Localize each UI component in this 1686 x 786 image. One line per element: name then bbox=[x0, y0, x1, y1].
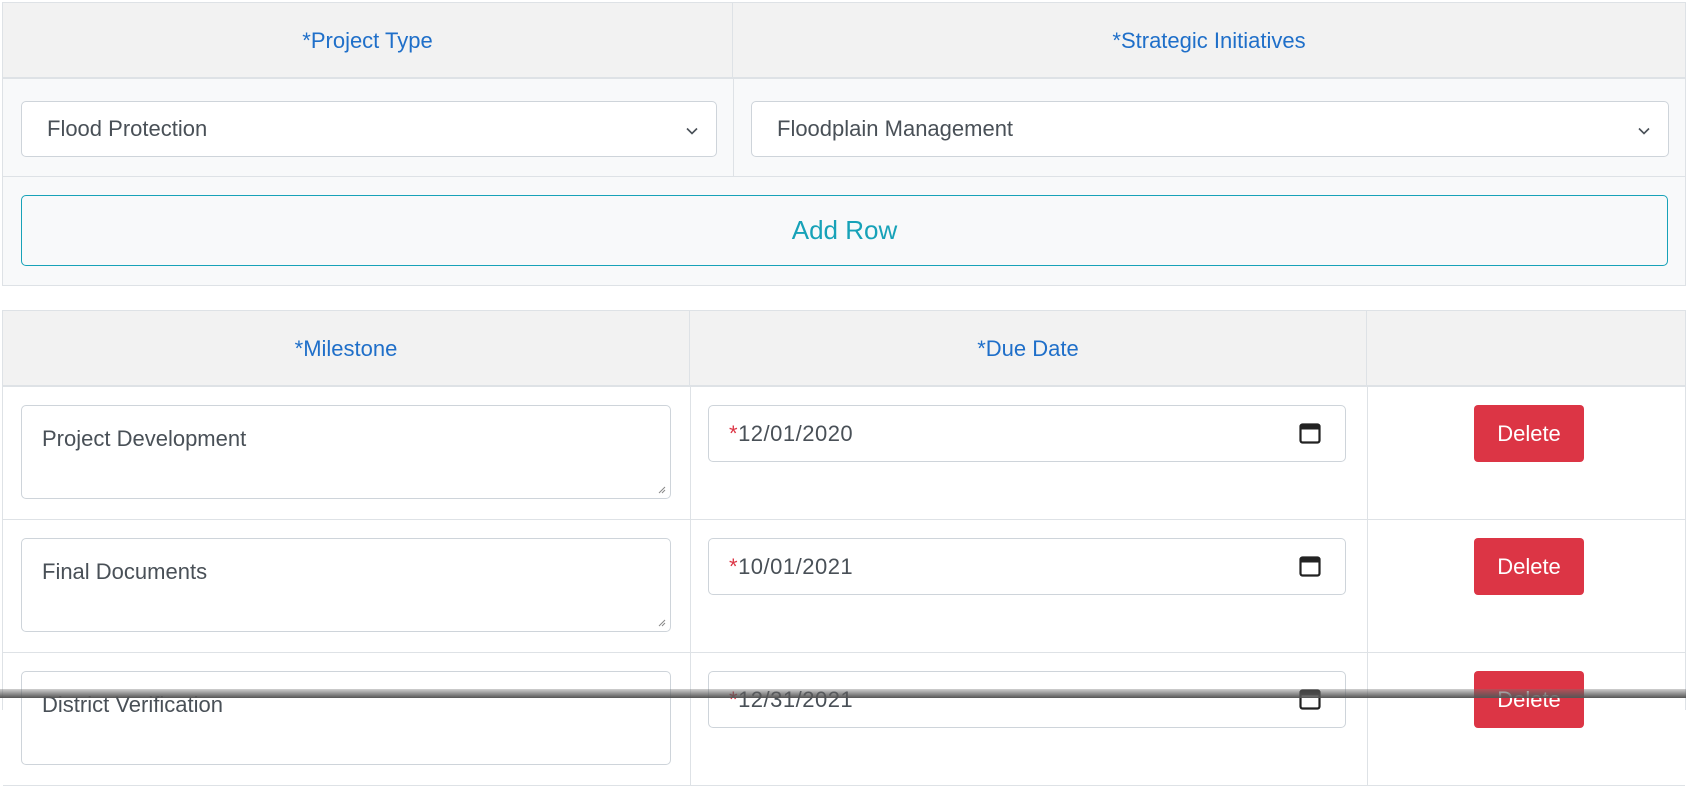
due-date-input[interactable]: * 10/01/2021 bbox=[708, 538, 1346, 595]
milestone-text: Final Documents bbox=[42, 559, 208, 584]
delete-button[interactable]: Delete bbox=[1474, 671, 1584, 728]
header-project-type: * Project Type bbox=[3, 3, 733, 79]
required-asterisk: * bbox=[729, 420, 739, 446]
required-asterisk: * bbox=[302, 28, 311, 53]
due-date-input[interactable]: * 12/31/2021 bbox=[708, 671, 1346, 728]
required-asterisk: * bbox=[294, 336, 304, 361]
column-divider bbox=[1367, 653, 1368, 785]
required-asterisk: * bbox=[729, 553, 739, 579]
table-row: District Verification * 12/31/2021 Delete bbox=[3, 653, 1685, 786]
resize-grip-icon[interactable] bbox=[656, 484, 666, 494]
delete-button[interactable]: Delete bbox=[1474, 538, 1584, 595]
window-bottom-edge bbox=[0, 689, 1686, 698]
project-type-select[interactable]: Flood Protection bbox=[21, 101, 717, 157]
column-divider bbox=[690, 520, 691, 652]
header-milestone: * Milestone bbox=[3, 311, 690, 387]
calendar-icon[interactable] bbox=[1299, 554, 1321, 578]
required-asterisk: * bbox=[977, 336, 986, 361]
due-date-value: 10/01/2021 bbox=[738, 553, 854, 579]
column-divider bbox=[733, 79, 734, 176]
resize-grip-icon[interactable] bbox=[656, 617, 666, 627]
column-divider bbox=[1367, 387, 1368, 519]
project-type-table: * Project Type * Strategic Initiatives Flo… bbox=[2, 2, 1686, 286]
calendar-icon[interactable] bbox=[1299, 421, 1321, 445]
table-row: Final Documents * 10/01/2021 Delete bbox=[3, 520, 1685, 653]
due-date-value: 12/01/2020 bbox=[738, 420, 854, 446]
header-milestone-label: Milestone bbox=[303, 336, 398, 361]
header-due-date-label: Due Date bbox=[985, 336, 1079, 361]
strategic-initiatives-selected-value: Floodplain Management bbox=[777, 116, 1014, 141]
delete-button[interactable]: Delete bbox=[1474, 405, 1584, 462]
milestone-textarea[interactable]: Project Development bbox=[21, 405, 671, 499]
strategic-initiatives-select[interactable]: Floodplain Management bbox=[751, 101, 1669, 157]
milestone-table: * Milestone * Due Date Project Development… bbox=[2, 310, 1686, 786]
project-type-selected-value: Flood Protection bbox=[47, 116, 208, 141]
table-row: Project Development * 12/01/2020 Delete bbox=[3, 387, 1685, 520]
milestone-text: Project Development bbox=[42, 426, 247, 451]
due-date-input[interactable]: * 12/01/2020 bbox=[708, 405, 1346, 462]
milestone-table-header: * Milestone * Due Date bbox=[3, 311, 1685, 387]
add-row-button[interactable]: Add Row bbox=[21, 195, 1668, 266]
chevron-down-icon bbox=[1638, 127, 1650, 135]
header-strategic-initiatives-label: Strategic Initiatives bbox=[1120, 28, 1306, 53]
header-due-date: * Due Date bbox=[690, 311, 1367, 387]
header-actions bbox=[1367, 311, 1685, 387]
column-divider bbox=[1367, 520, 1368, 652]
column-divider bbox=[690, 653, 691, 785]
column-divider bbox=[690, 387, 691, 519]
required-asterisk: * bbox=[1112, 28, 1121, 53]
milestone-textarea[interactable]: Final Documents bbox=[21, 538, 671, 632]
header-project-type-label: Project Type bbox=[310, 28, 433, 53]
milestone-textarea[interactable]: District Verification bbox=[21, 671, 671, 765]
project-type-table-header: * Project Type * Strategic Initiatives bbox=[3, 3, 1685, 79]
header-strategic-initiatives: * Strategic Initiatives bbox=[733, 3, 1685, 79]
chevron-down-icon bbox=[686, 127, 698, 135]
project-type-row: Flood Protection Floodplain Management bbox=[3, 79, 1685, 177]
